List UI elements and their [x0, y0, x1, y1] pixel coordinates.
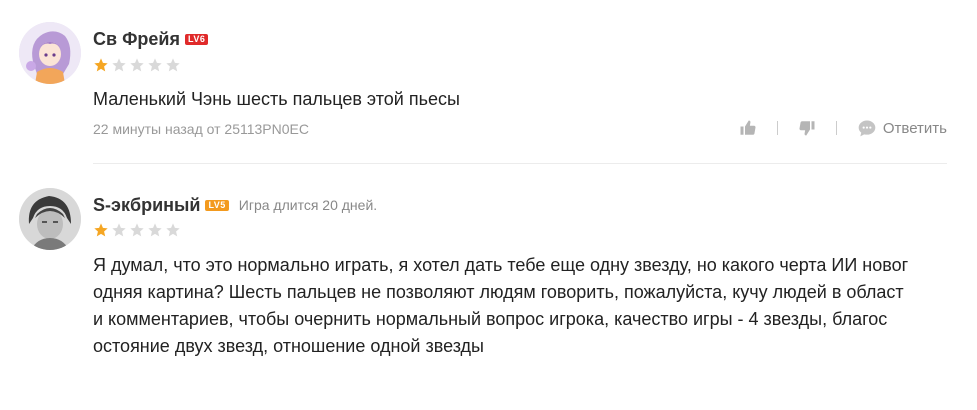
like-button[interactable]	[739, 119, 757, 137]
star-icon	[148, 223, 162, 237]
thumbs-up-icon	[740, 120, 756, 135]
star-icon	[166, 223, 180, 237]
level-badge: LV6	[185, 33, 209, 45]
avatar[interactable]	[19, 188, 81, 250]
level-badge: LV5	[205, 199, 229, 211]
divider	[93, 163, 947, 164]
star-icon	[94, 58, 108, 72]
comment-text-line: и комментариев, чтобы очернить нормальны…	[93, 309, 888, 329]
user-info: Св Фрейя LV6	[93, 28, 209, 50]
username[interactable]: Св Фрейя	[93, 29, 180, 50]
username[interactable]: S-экбриный	[93, 195, 200, 216]
comment-text: Я думал, что это нормально играть, я хот…	[93, 252, 953, 360]
rating-stars	[93, 222, 181, 238]
star-icon	[112, 58, 126, 72]
separator	[835, 121, 837, 135]
star-icon	[94, 223, 108, 237]
star-icon	[166, 58, 180, 72]
avatar-grayscale-image	[19, 188, 81, 250]
star-icon	[130, 58, 144, 72]
thumbs-down-icon	[799, 121, 815, 136]
comment-actions: Ответить	[739, 118, 947, 138]
comment-text: Маленький Чэнь шесть пальцев этой пьесы	[93, 89, 460, 109]
avatar-anime-girl-image	[19, 22, 81, 84]
dislike-button[interactable]	[798, 119, 816, 137]
avatar[interactable]	[19, 22, 81, 84]
playtime-text: Игра длится 20 дней.	[238, 197, 378, 213]
star-icon	[130, 223, 144, 237]
reply-button[interactable]: Ответить	[857, 118, 947, 138]
rating-stars	[93, 57, 181, 73]
comment-text-line: остояние двух звезд, отношение одной зве…	[93, 336, 484, 356]
comment-text-line: одняя картина? Шесть пальцев не позволяю…	[93, 282, 904, 302]
reply-label: Ответить	[882, 119, 947, 137]
separator	[776, 121, 778, 135]
comment-meta: 22 минуты назад от 25113PN0EC	[93, 121, 309, 137]
user-info: S-экбриный LV5 Игра длится 20 дней.	[93, 194, 377, 216]
star-icon	[112, 223, 126, 237]
chat-bubble-icon	[858, 120, 876, 137]
star-icon	[148, 58, 162, 72]
comment-text-line: Я думал, что это нормально играть, я хот…	[93, 255, 909, 275]
